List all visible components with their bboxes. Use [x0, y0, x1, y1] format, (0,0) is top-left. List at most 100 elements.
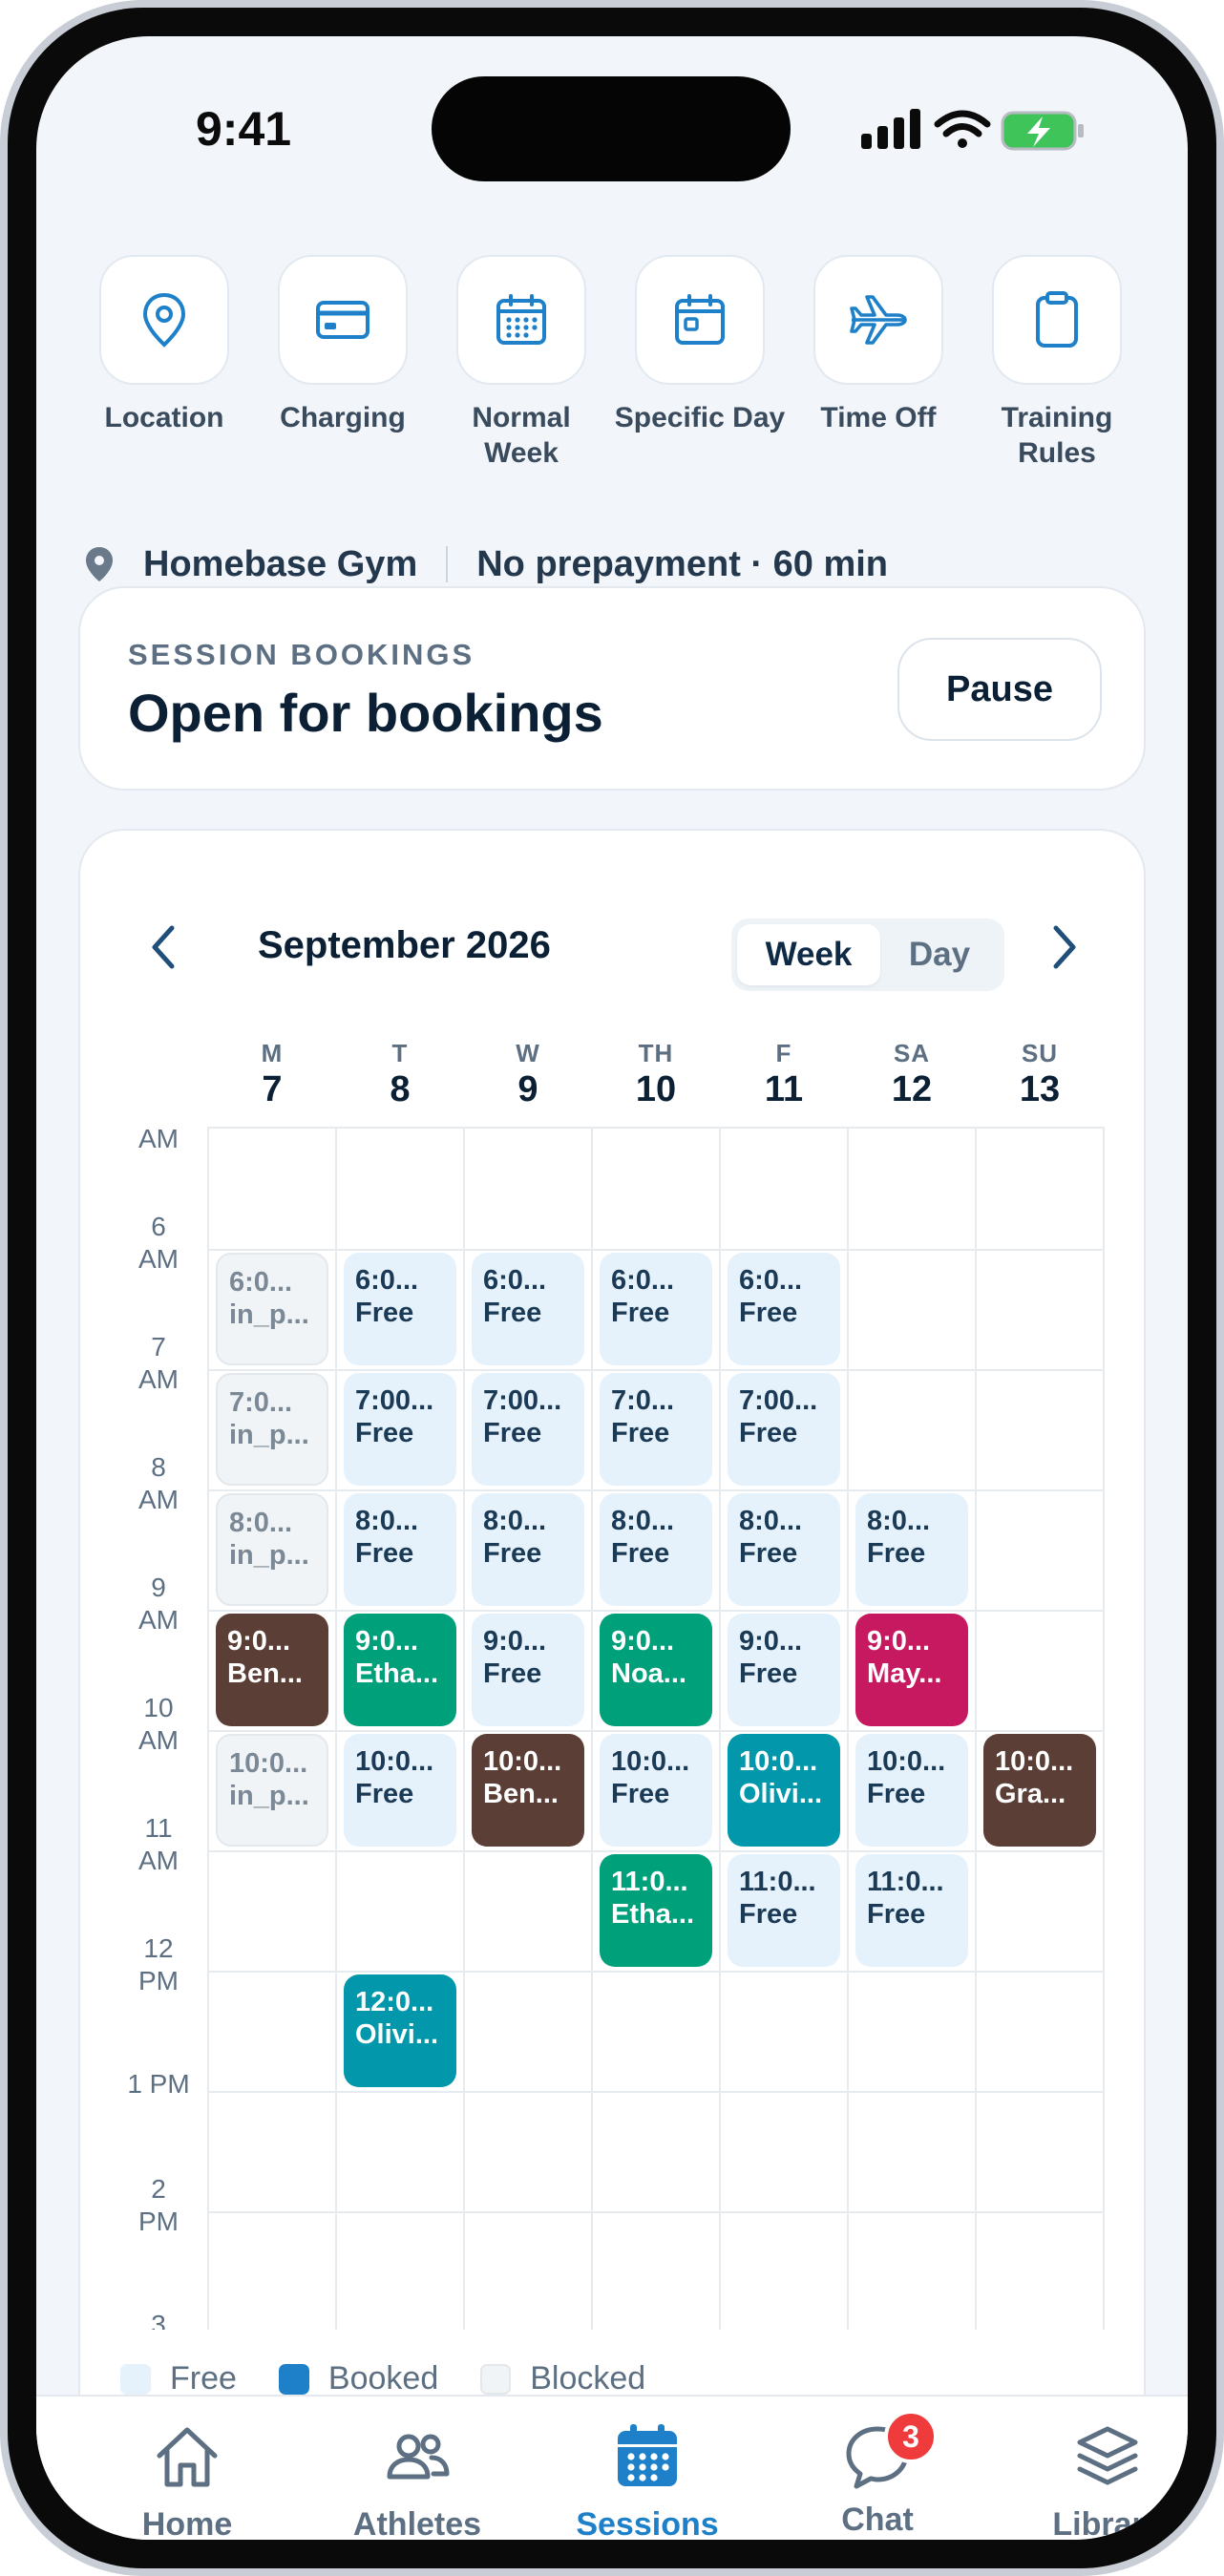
grid-line — [335, 1127, 337, 2330]
tab-label: Chat — [841, 2502, 914, 2538]
quick-action-specific-day[interactable]: Specific Day — [615, 255, 785, 435]
hour-number: 6 — [151, 1212, 166, 1241]
session-slot[interactable]: 6:0... Free — [472, 1253, 584, 1365]
session-slot[interactable]: 10:0... Olivi... — [728, 1734, 840, 1847]
session-slot[interactable]: 10:0... Gra... — [983, 1734, 1096, 1847]
airplane-icon — [850, 295, 907, 345]
session-slot[interactable]: 8:0... Free — [344, 1493, 456, 1606]
hour-label: 11 AM — [120, 1812, 197, 1877]
session-slot[interactable]: 9:0... Free — [472, 1614, 584, 1726]
slot-time: 10:0... — [995, 1746, 1074, 1777]
slot-time: 10:0... — [867, 1746, 946, 1777]
slot-label: Free — [355, 1298, 414, 1328]
session-slot[interactable]: 10:0... Free — [344, 1734, 456, 1847]
slot-label: Free — [739, 1298, 798, 1328]
slot-label: Free — [739, 1538, 798, 1569]
session-slot[interactable]: 8:0... Free — [855, 1493, 968, 1606]
session-slot[interactable]: 10:0... Free — [600, 1734, 712, 1847]
slot-label: Etha... — [355, 1658, 439, 1689]
hour-label: 7 AM — [120, 1331, 197, 1396]
session-slot[interactable]: 10:0... Ben... — [472, 1734, 584, 1847]
pause-button[interactable]: Pause — [897, 638, 1102, 741]
day-header[interactable]: TH 10 — [592, 1039, 720, 1111]
divider — [446, 546, 449, 582]
session-slot[interactable]: 9:0... Ben... — [216, 1614, 328, 1726]
session-slot[interactable]: 9:0... Etha... — [344, 1614, 456, 1726]
hour-period: AM — [138, 1127, 179, 1153]
tab-athletes[interactable]: Athletes — [322, 2421, 513, 2540]
chevron-right-icon[interactable] — [1045, 922, 1083, 972]
session-slot[interactable]: 11:0... Etha... — [600, 1854, 712, 1967]
day-abbr: SU — [1021, 1039, 1059, 1067]
session-slot[interactable]: 10:0... Free — [855, 1734, 968, 1847]
view-week-button[interactable]: Week — [737, 924, 880, 985]
session-slot[interactable]: 9:0... May... — [855, 1614, 968, 1726]
session-slot[interactable]: 12:0... Olivi... — [344, 1974, 456, 2087]
tab-home[interactable]: Home — [92, 2421, 283, 2540]
session-slot[interactable]: 7:0... Free — [600, 1373, 712, 1486]
grid-line — [208, 1249, 1104, 1251]
week-grid: 5AM6AM7AM8AM9AM10AM11AM12PM1 PM2PM36:0..… — [80, 1127, 1144, 2330]
quick-action-training-rules[interactable]: Training Rules — [992, 255, 1122, 471]
session-slot[interactable]: 8:0... Free — [472, 1493, 584, 1606]
day-abbr: M — [261, 1039, 284, 1067]
quick-action-location[interactable]: Location — [99, 255, 229, 435]
quick-action-normal-week[interactable]: Normal Week — [456, 255, 586, 471]
day-header[interactable]: SA 12 — [848, 1039, 976, 1111]
chevron-left-icon[interactable] — [145, 922, 183, 972]
day-headers: M 7 T 8 W 9 TH 10 F 11 SA 12 SU 13 — [80, 1039, 1144, 1115]
day-number: 10 — [635, 1069, 677, 1109]
grid-line — [719, 1127, 721, 2330]
grid-line — [208, 1730, 1104, 1732]
battery-icon — [1001, 111, 1084, 151]
location-name[interactable]: Homebase Gym — [143, 544, 417, 585]
session-slot[interactable]: 9:0... Noa... — [600, 1614, 712, 1726]
tab-chat[interactable]: 3 Chat — [782, 2410, 973, 2539]
tab-sessions[interactable]: Sessions — [552, 2421, 743, 2540]
slot-time: 9:0... — [483, 1626, 547, 1657]
session-slot[interactable]: 7:00... Free — [728, 1373, 840, 1486]
day-number: 7 — [262, 1069, 283, 1109]
status-time: 9:41 — [196, 102, 292, 156]
slot-label: Free — [355, 1418, 414, 1448]
session-slot[interactable]: 7:0... in_p... — [216, 1373, 328, 1486]
session-slot[interactable]: 7:00... Free — [344, 1373, 456, 1486]
hour-label: 1 PM — [120, 2068, 197, 2101]
session-slot[interactable]: 11:0... Free — [728, 1854, 840, 1967]
session-slot[interactable]: 6:0... in_p... — [216, 1253, 328, 1365]
day-header[interactable]: T8 — [336, 1039, 464, 1111]
slot-label: in_p... — [229, 1781, 309, 1811]
session-slot[interactable]: 6:0... Free — [600, 1253, 712, 1365]
day-abbr: TH — [638, 1039, 674, 1067]
slot-label: Free — [611, 1418, 670, 1448]
day-number: 12 — [891, 1069, 933, 1109]
session-slot[interactable]: 8:0... Free — [600, 1493, 712, 1606]
quick-action-charging[interactable]: Charging — [278, 255, 408, 435]
day-number: 11 — [764, 1069, 804, 1109]
tab-library[interactable]: Library — [1012, 2421, 1188, 2540]
day-number: 13 — [1019, 1069, 1061, 1109]
day-header[interactable]: W9 — [464, 1039, 592, 1111]
quick-action-label: Normal Week — [472, 402, 571, 469]
day-header[interactable]: SU 13 — [976, 1039, 1104, 1111]
session-slot[interactable]: 6:0... Free — [728, 1253, 840, 1365]
quick-action-label: Specific Day — [614, 402, 786, 433]
legend-label: Blocked — [530, 2360, 646, 2397]
session-slot[interactable]: 8:0... in_p... — [216, 1493, 328, 1606]
session-slot[interactable]: 11:0... Free — [855, 1854, 968, 1967]
session-slot[interactable]: 8:0... Free — [728, 1493, 840, 1606]
session-slot[interactable]: 7:00... Free — [472, 1373, 584, 1486]
view-day-button[interactable]: Day — [880, 924, 999, 985]
quick-action-time-off[interactable]: Time Off — [813, 255, 943, 435]
calendar-card: September 2026 Week Day M 7 T 8 W 9 TH 10 F 11 SA 1… — [78, 829, 1146, 2452]
slot-label: Ben... — [483, 1779, 559, 1809]
session-slot[interactable]: 10:0... in_p... — [216, 1734, 328, 1847]
session-slot[interactable]: 6:0... Free — [344, 1253, 456, 1365]
session-slot[interactable]: 9:0... Free — [728, 1614, 840, 1726]
legend-label: Booked — [327, 2360, 439, 2397]
day-header[interactable]: M7 — [208, 1039, 336, 1111]
slot-label: May... — [867, 1658, 942, 1689]
hour-period: PM — [138, 2206, 179, 2236]
session-info: Homebase Gym No prepayment · 60 min — [80, 540, 888, 588]
day-header[interactable]: F 11 — [720, 1039, 848, 1111]
